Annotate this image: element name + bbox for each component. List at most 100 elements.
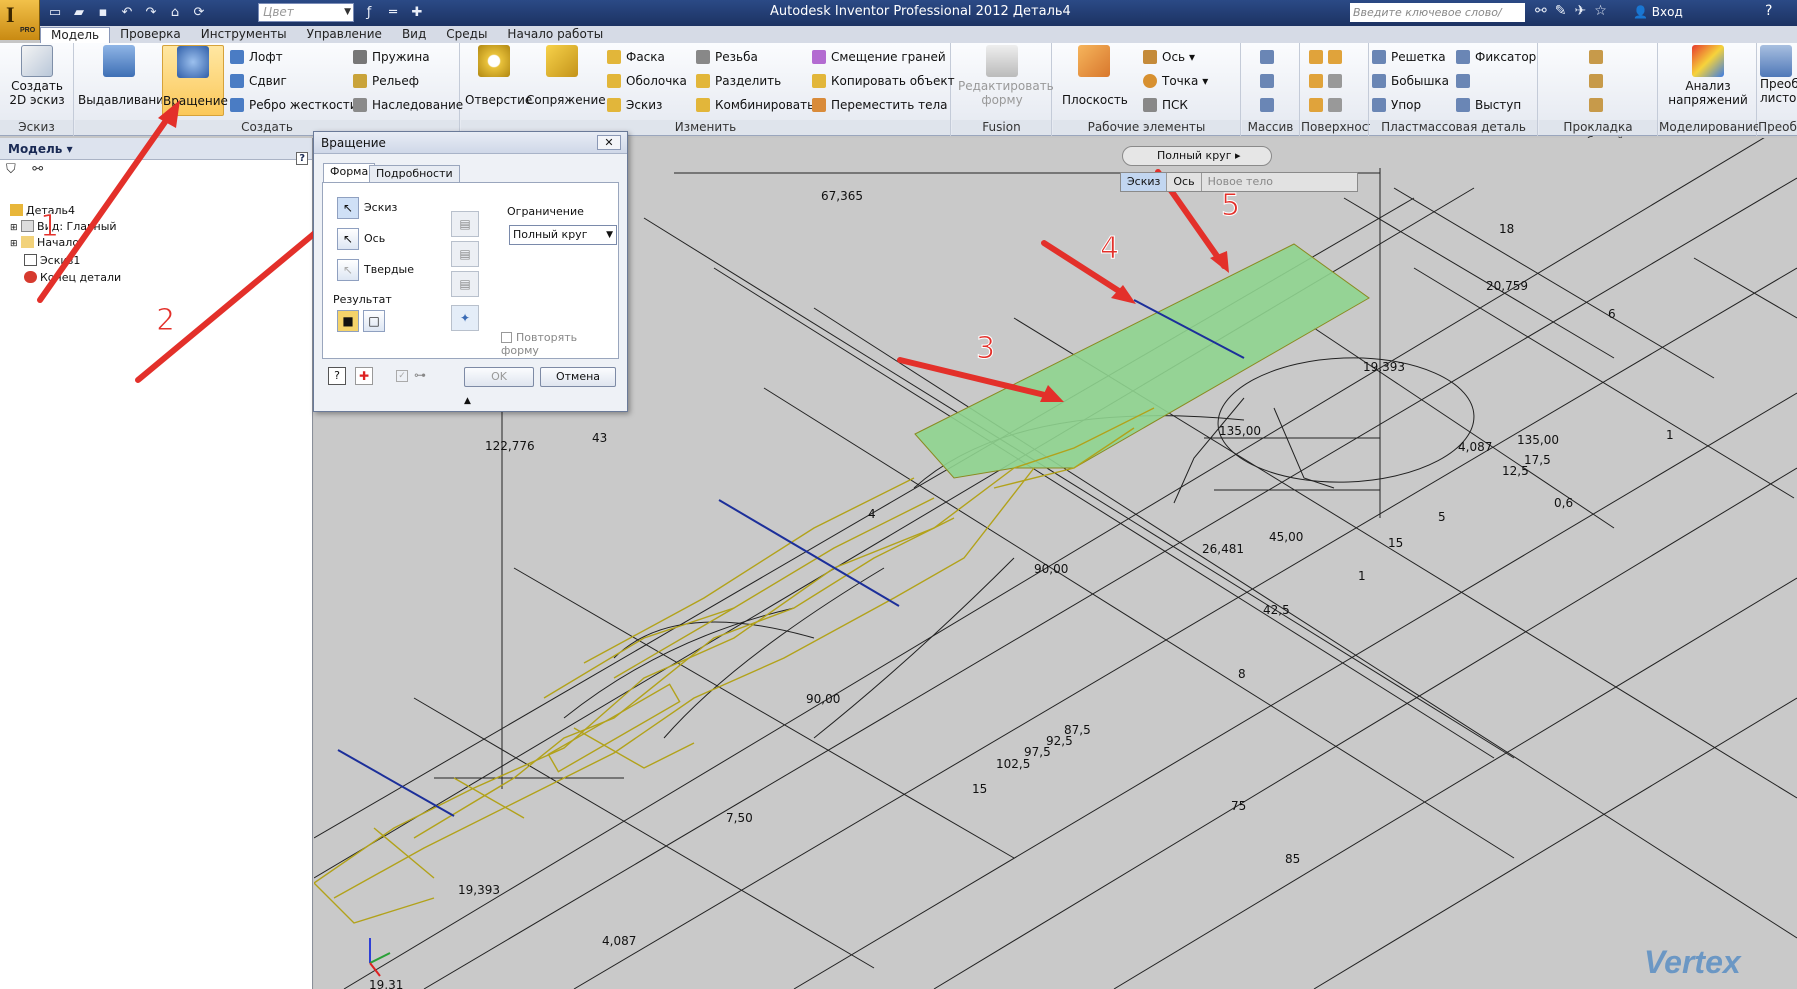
copy-object-button[interactable]: Копировать объект	[812, 72, 955, 90]
mirror-button[interactable]	[1260, 96, 1279, 114]
group-label-work[interactable]: Рабочие элементы	[1053, 120, 1240, 135]
derive-button[interactable]: Наследование	[353, 96, 463, 114]
face-draft-button[interactable]: Эскиз	[607, 96, 662, 114]
tree-item-end-of-part[interactable]: Конец детали	[24, 271, 121, 284]
extrude-button[interactable]: Выдавливание	[78, 45, 171, 107]
star-icon[interactable]: ☆	[1594, 3, 1607, 19]
undo-icon[interactable]: ↶	[118, 5, 136, 21]
help-icon[interactable]: ?	[1765, 3, 1772, 19]
convert-sheet-metal-button[interactable]: Преоблистов	[1760, 45, 1797, 105]
expand-dialog-icon[interactable]: ▲	[464, 396, 471, 406]
tab-manage[interactable]: Управление	[297, 27, 392, 43]
cancel-button[interactable]: Отмена	[540, 367, 616, 387]
rule-fillet-button[interactable]	[1456, 72, 1475, 90]
binoculars-icon[interactable]: ⚯	[1535, 3, 1547, 19]
browser-help-icon[interactable]: ?	[296, 152, 308, 165]
tree-item-sketch[interactable]: Эскиз1	[24, 254, 80, 267]
tab-tools[interactable]: Инструменты	[191, 27, 297, 43]
move-bodies-button[interactable]: Переместить тела	[812, 96, 948, 114]
browser-header[interactable]: Модель ▾ ?	[0, 138, 312, 165]
combine-button[interactable]: Комбинировать	[696, 96, 814, 114]
tools-icon[interactable]: ✎	[1555, 3, 1567, 19]
chamfer-button[interactable]: Фаска	[607, 48, 665, 66]
harness-btn-1[interactable]	[1589, 48, 1608, 66]
sweep-button[interactable]: Сдвиг	[230, 72, 287, 90]
tab-view[interactable]: Вид	[392, 27, 436, 43]
boss-button[interactable]: Бобышка	[1372, 72, 1449, 90]
expand-icon[interactable]: ⊞	[10, 223, 18, 233]
add-icon[interactable]: ✚	[408, 5, 426, 21]
return-icon[interactable]: ⌂	[166, 5, 184, 21]
thicken-button[interactable]	[1309, 48, 1347, 66]
offset-faces-button[interactable]: Смещение граней	[812, 48, 946, 66]
tab-model[interactable]: Модель	[40, 27, 111, 43]
repeat-shape-checkbox[interactable]: Повторять форму	[501, 331, 618, 357]
measure-icon[interactable]: ═	[384, 5, 402, 21]
group-label-surface[interactable]: Поверхность ▾	[1301, 120, 1382, 149]
tab-shape[interactable]: Форма	[323, 163, 376, 182]
plane-button[interactable]: Плоскость	[1062, 45, 1128, 107]
ucs-button[interactable]: ПСК	[1143, 96, 1188, 114]
result-surface-button[interactable]: □	[363, 310, 390, 332]
emboss-button[interactable]: Рельеф	[353, 72, 419, 90]
extents-select[interactable]: Полный круг ▼	[509, 225, 617, 245]
rect-pattern-button[interactable]	[1260, 48, 1279, 66]
ok-button[interactable]: OK	[464, 367, 534, 387]
add-plus-button[interactable]: ✚	[355, 367, 373, 385]
tree-item-view[interactable]: ⊞ Вид: Главный	[10, 220, 117, 233]
harness-btn-3[interactable]	[1589, 96, 1608, 114]
circ-pattern-button[interactable]	[1260, 72, 1279, 90]
snap-fit-button[interactable]: Фиксатор	[1456, 48, 1536, 66]
save-icon[interactable]: ▪	[94, 5, 112, 21]
tree-item-origin[interactable]: ⊞ Начало	[10, 236, 79, 249]
filter-icon[interactable]: ⛉	[6, 162, 16, 177]
mini-toolbar-axis[interactable]: Ось	[1167, 173, 1202, 191]
login-button[interactable]: 👤 Вход	[1633, 5, 1683, 19]
intersect-button[interactable]: ▤	[451, 271, 479, 297]
update-icon[interactable]: ⟳	[190, 5, 208, 21]
mini-toolbar-extents[interactable]: Полный круг ▸	[1122, 146, 1272, 166]
rest-button[interactable]: Упор	[1372, 96, 1421, 114]
application-menu-button[interactable]: I PRO	[0, 0, 40, 40]
tree-item-part[interactable]: Деталь4	[10, 204, 75, 217]
connect-icon[interactable]: ✈	[1574, 3, 1586, 19]
mini-toolbar-new-body[interactable]: Новое тело	[1202, 173, 1279, 191]
grill-button[interactable]: Решетка	[1372, 48, 1446, 66]
color-combo[interactable]: Цвет ▼	[258, 3, 354, 22]
harness-btn-2[interactable]	[1589, 72, 1608, 90]
cut-button[interactable]: ▤	[451, 241, 479, 267]
search-input[interactable]: Введите ключевое слово/фразу	[1350, 3, 1525, 38]
create-2d-sketch-button[interactable]: Создать 2D эскиз	[6, 45, 68, 107]
lip-button[interactable]: Выступ	[1456, 96, 1521, 114]
solids-select-button[interactable]: ↖ Твердые	[337, 259, 414, 281]
new-icon[interactable]: ▭	[46, 5, 64, 21]
mini-toolbar-profile[interactable]: Эскиз	[1121, 173, 1168, 191]
shell-button[interactable]: Оболочка	[607, 72, 687, 90]
tab-more[interactable]: Подробности	[369, 165, 460, 182]
dialog-close-button[interactable]: ✕	[597, 135, 621, 150]
fillet-button[interactable]: Сопряжение	[526, 45, 606, 107]
split-button[interactable]: Разделить	[696, 72, 781, 90]
find-icon[interactable]: ⚯	[32, 162, 43, 177]
tab-inspect[interactable]: Проверка	[110, 27, 191, 43]
join-button[interactable]: ▤	[451, 211, 479, 237]
axis-select-button[interactable]: ↖ Ось	[337, 228, 385, 250]
rib-button[interactable]: Ребро жесткости	[230, 96, 358, 114]
profile-select-button[interactable]: ↖ Эскиз	[337, 197, 397, 219]
redo-icon[interactable]: ↷	[142, 5, 160, 21]
sculpt-button[interactable]	[1309, 72, 1347, 90]
tab-get-started[interactable]: Начало работы	[497, 27, 613, 43]
thread-button[interactable]: Резьба	[696, 48, 758, 66]
function-icon[interactable]: ƒ	[360, 5, 378, 21]
loft-button[interactable]: Лофт	[230, 48, 283, 66]
result-solid-button[interactable]: ■	[337, 310, 364, 332]
stress-analysis-button[interactable]: Анализ напряжений	[1665, 45, 1751, 107]
hole-button[interactable]: Отверстие	[465, 45, 532, 107]
replace-face-button[interactable]	[1309, 96, 1347, 114]
revolve-button[interactable]: Вращение	[162, 45, 228, 116]
open-icon[interactable]: ▰	[70, 5, 88, 21]
point-button[interactable]: Точка ▾	[1143, 72, 1208, 90]
expand-icon-2[interactable]: ⊞	[10, 239, 18, 249]
preview-checkbox[interactable]: ✓	[396, 370, 408, 382]
tab-environments[interactable]: Среды	[436, 27, 497, 43]
